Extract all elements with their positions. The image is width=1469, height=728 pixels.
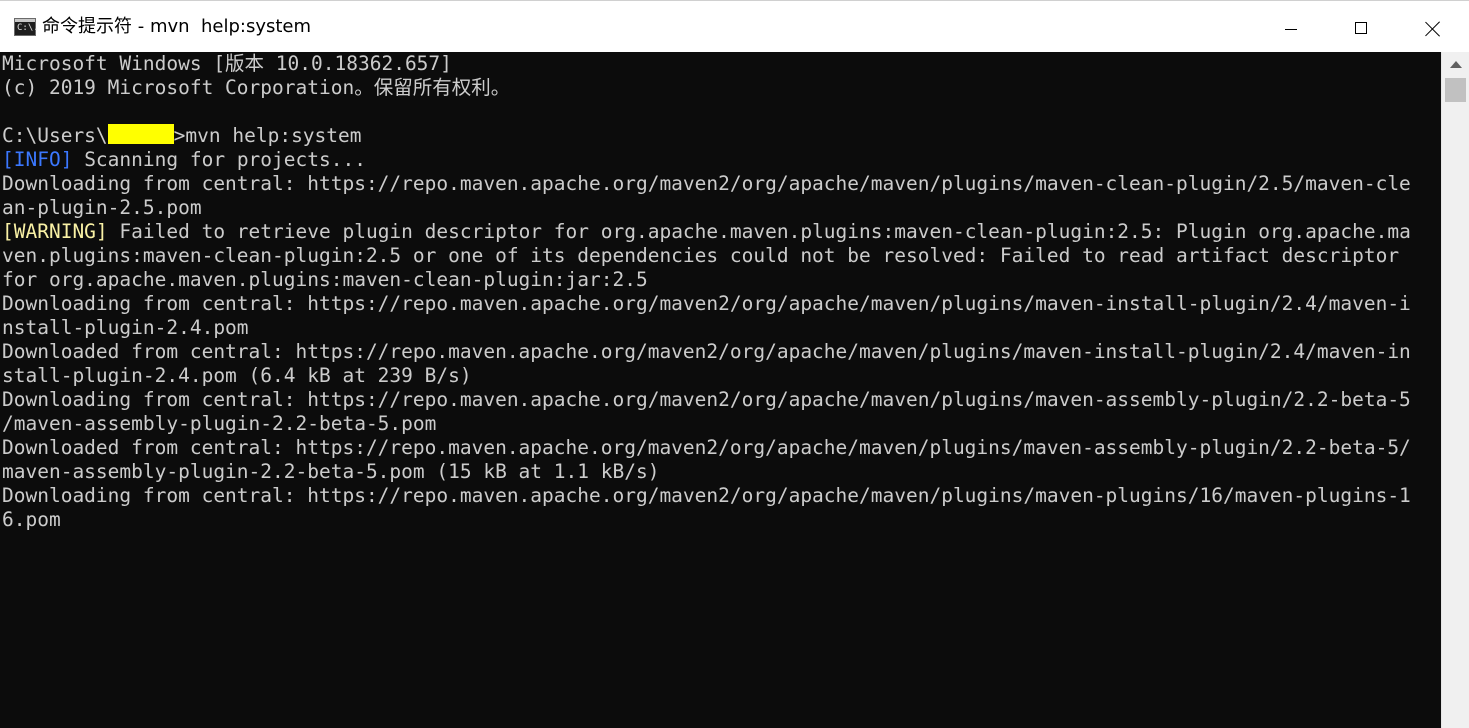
console-line: 6.pom bbox=[2, 508, 1441, 532]
scrollbar-thumb[interactable] bbox=[1445, 78, 1466, 102]
console-line-text: 6.pom bbox=[2, 508, 61, 531]
info-tag: [INFO] bbox=[2, 148, 73, 171]
console-line: an-plugin-2.5.pom bbox=[2, 196, 1441, 220]
console-line-text: for org.apache.maven.plugins:maven-clean… bbox=[2, 268, 648, 291]
console-line: /maven-assembly-plugin-2.2-beta-5.pom bbox=[2, 412, 1441, 436]
console-text: Microsoft Windows [版本 10.0.18362.657] (c)… bbox=[2, 52, 1441, 532]
console-line-text: /maven-assembly-plugin-2.2-beta-5.pom bbox=[2, 412, 437, 435]
console-line: Downloading from central: https://repo.m… bbox=[2, 484, 1441, 508]
console-line-text: an-plugin-2.5.pom bbox=[2, 196, 202, 219]
typed-command: >mvn help:system bbox=[173, 124, 362, 147]
window-title: 命令提示符 - mvn help:system bbox=[42, 16, 312, 37]
prompt-path: C:\Users\ bbox=[2, 124, 108, 147]
console-line: Downloaded from central: https://repo.ma… bbox=[2, 436, 1441, 460]
console-line-text: (c) 2019 Microsoft Corporation。保留所有权利。 bbox=[2, 76, 511, 99]
vertical-scrollbar[interactable] bbox=[1441, 52, 1469, 728]
title-bar[interactable]: C:\. 命令提示符 - mvn help:system bbox=[0, 0, 1469, 52]
maximize-icon bbox=[1355, 22, 1367, 34]
command-prompt-line: C:\Users\ >mvn help:system bbox=[2, 124, 1441, 148]
scroll-up-arrow-icon[interactable] bbox=[1442, 52, 1469, 76]
command-prompt-window: C:\. 命令提示符 - mvn help:system Microsoft W… bbox=[0, 0, 1469, 728]
console-line: for org.apache.maven.plugins:maven-clean… bbox=[2, 268, 1441, 292]
warning-tag: [WARNING] bbox=[2, 220, 108, 243]
console-line: ven.plugins:maven-clean-plugin:2.5 or on… bbox=[2, 244, 1441, 268]
console-line-text: Failed to retrieve plugin descriptor for… bbox=[107, 220, 1411, 243]
console-line: [WARNING] Failed to retrieve plugin desc… bbox=[2, 220, 1441, 244]
close-button[interactable] bbox=[1398, 1, 1468, 53]
console-line: nstall-plugin-2.4.pom bbox=[2, 316, 1441, 340]
console-line-text: Microsoft Windows [版本 10.0.18362.657] bbox=[2, 52, 452, 75]
console-line: Downloading from central: https://repo.m… bbox=[2, 172, 1441, 196]
console-line-text: Downloaded from central: https://repo.ma… bbox=[2, 436, 1411, 459]
console-line: Downloaded from central: https://repo.ma… bbox=[2, 340, 1441, 364]
console-line: (c) 2019 Microsoft Corporation。保留所有权利。 bbox=[2, 76, 1441, 100]
console-line: Downloading from central: https://repo.m… bbox=[2, 388, 1441, 412]
close-icon bbox=[1425, 21, 1441, 37]
console-line-text: stall-plugin-2.4.pom (6.4 kB at 239 B/s) bbox=[2, 364, 472, 387]
console-line-text: Downloading from central: https://repo.m… bbox=[2, 292, 1411, 315]
console-output-area[interactable]: Microsoft Windows [版本 10.0.18362.657] (c)… bbox=[0, 52, 1441, 728]
console-line: Microsoft Windows [版本 10.0.18362.657] bbox=[2, 52, 1441, 76]
console-line-text: maven-assembly-plugin-2.2-beta-5.pom (15… bbox=[2, 460, 660, 483]
console-line-text: Downloading from central: https://repo.m… bbox=[2, 172, 1411, 195]
console-line: maven-assembly-plugin-2.2-beta-5.pom (15… bbox=[2, 460, 1441, 484]
cmd-icon-label: C:\. bbox=[17, 23, 39, 33]
console-line: stall-plugin-2.4.pom (6.4 kB at 239 B/s) bbox=[2, 364, 1441, 388]
console-line-text: Downloaded from central: https://repo.ma… bbox=[2, 340, 1411, 363]
minimize-icon bbox=[1285, 29, 1297, 30]
console-line: Downloading from central: https://repo.m… bbox=[2, 292, 1441, 316]
console-line-text: nstall-plugin-2.4.pom bbox=[2, 316, 249, 339]
maximize-button[interactable] bbox=[1326, 1, 1396, 53]
console-line-text: Downloading from central: https://repo.m… bbox=[2, 388, 1411, 411]
console-line-text: Downloading from central: https://repo.m… bbox=[2, 484, 1411, 507]
console-line: [INFO] Scanning for projects... bbox=[2, 148, 1441, 172]
console-line-text: Scanning for projects... bbox=[72, 148, 366, 171]
redacted-username bbox=[107, 124, 174, 144]
minimize-button[interactable] bbox=[1256, 1, 1326, 53]
console-line-text: ven.plugins:maven-clean-plugin:2.5 or on… bbox=[2, 244, 1400, 267]
cmd-app-icon[interactable]: C:\. bbox=[14, 18, 39, 36]
